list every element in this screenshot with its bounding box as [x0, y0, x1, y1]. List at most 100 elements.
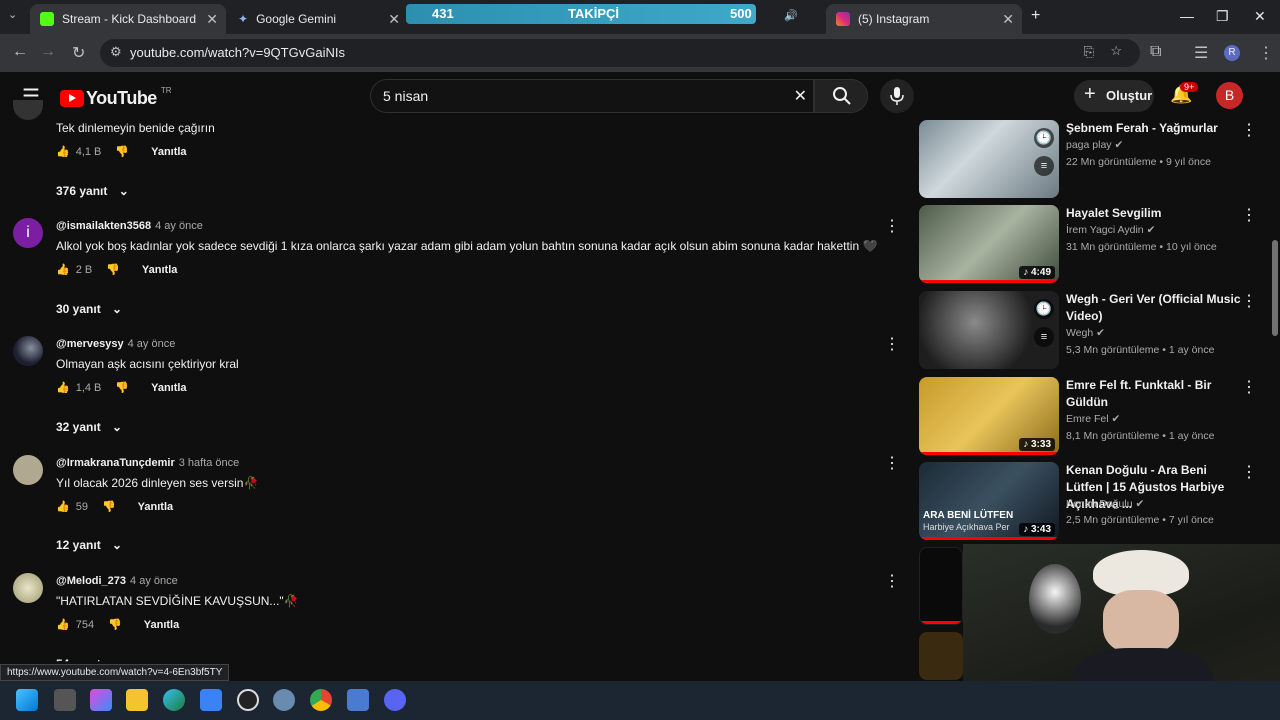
channel-name[interactable]: Kenan Doğulu ✔ — [1066, 498, 1144, 510]
voice-search-button[interactable] — [880, 79, 914, 113]
comment-more-icon[interactable]: ⋮ — [884, 334, 900, 354]
tab-kick[interactable]: Stream - Kick Dashboard ✕ — [30, 4, 226, 34]
close-icon[interactable]: ✕ — [1002, 11, 1014, 28]
scrollbar-thumb[interactable] — [1272, 240, 1278, 336]
comment-more-icon[interactable]: ⋮ — [884, 453, 900, 473]
maximize-button[interactable]: ❐ — [1216, 8, 1229, 25]
related-video[interactable]: ♪ 4:49 Hayalet Sevgilim İrem Yagci Aydin… — [919, 205, 1269, 285]
comment-time[interactable]: 4 ay önce — [155, 220, 203, 232]
tab-instagram[interactable]: (5) Instagram ✕ — [826, 4, 1022, 34]
reply-button[interactable]: Yanıtla — [138, 501, 173, 513]
avatar[interactable] — [13, 573, 43, 603]
dislike-icon[interactable]: 👎 — [115, 381, 129, 394]
comment-author[interactable]: @IrmakranaTunçdemir — [56, 457, 175, 469]
video-thumbnail[interactable]: 🕒 ≡ — [919, 120, 1059, 198]
reply-button[interactable]: Yanıtla — [151, 146, 186, 158]
video-thumbnail[interactable] — [919, 547, 963, 625]
copilot-icon[interactable] — [90, 689, 112, 711]
comment-author[interactable]: @ismailakten3568 — [56, 220, 151, 232]
video-thumbnail[interactable]: 🕒 ≡ — [919, 291, 1059, 369]
video-title[interactable]: Emre Fel ft. Funktakl - Bir Güldün — [1066, 377, 1246, 411]
new-tab-button[interactable]: + — [1031, 7, 1040, 25]
notifications-button[interactable]: 🔔 9+ — [1170, 82, 1199, 105]
url-bar[interactable]: ⚙ youtube.com/watch?v=9QTGvGaiNIs ⎘ ☆ — [100, 39, 1140, 67]
dislike-icon[interactable]: 👎 — [115, 145, 129, 158]
related-video[interactable]: ARA BENİ LÜTFEN Harbiye Açıkhava Per ♪ 3… — [919, 462, 1269, 542]
discord-icon[interactable] — [384, 689, 406, 711]
replies-toggle[interactable]: 12 yanıt ⌄ — [56, 538, 122, 552]
comment-time[interactable]: 4 ay önce — [130, 575, 178, 587]
app-icon[interactable] — [347, 689, 369, 711]
windows-start-icon[interactable] — [16, 689, 38, 711]
channel-name[interactable]: İrem Yagci Aydin ✔ — [1066, 224, 1155, 236]
avatar[interactable] — [13, 455, 43, 485]
video-more-icon[interactable]: ⋮ — [1241, 120, 1257, 140]
comment-time[interactable]: 4 ay önce — [128, 338, 176, 350]
like-icon[interactable]: 👍 — [56, 618, 70, 631]
video-thumbnail[interactable]: ♪ 4:49 — [919, 205, 1059, 283]
avatar[interactable]: i — [13, 218, 43, 248]
dislike-icon[interactable]: 👎 — [106, 263, 120, 276]
channel-name[interactable]: Emre Fel ✔ — [1066, 413, 1120, 425]
site-info-icon[interactable]: ⚙ — [110, 44, 122, 60]
back-icon[interactable]: ← — [12, 43, 28, 61]
youtube-logo[interactable]: YouTube TR — [60, 86, 172, 109]
file-explorer-icon[interactable] — [126, 689, 148, 711]
minimize-button[interactable]: — — [1180, 8, 1194, 24]
app-icon[interactable] — [237, 689, 259, 711]
menu-icon[interactable]: ⋮ — [1258, 43, 1274, 63]
like-icon[interactable]: 👍 — [56, 500, 70, 513]
avatar[interactable] — [13, 336, 43, 366]
extensions-icon[interactable]: ⧉ — [1150, 43, 1161, 61]
like-icon[interactable]: 👍 — [56, 381, 70, 394]
video-more-icon[interactable]: ⋮ — [1241, 462, 1257, 482]
channel-name[interactable]: Wegh ✔ — [1066, 327, 1105, 339]
replies-toggle[interactable]: 376 yanıt ⌄ — [56, 184, 129, 198]
replies-toggle[interactable]: 32 yanıt ⌄ — [56, 420, 122, 434]
video-thumbnail[interactable] — [919, 632, 963, 680]
reply-button[interactable]: Yanıtla — [142, 264, 177, 276]
create-button[interactable]: + Oluştur — [1074, 80, 1154, 112]
dislike-icon[interactable]: 👎 — [108, 618, 122, 631]
like-icon[interactable]: 👍 — [56, 145, 70, 158]
task-view-icon[interactable] — [54, 689, 76, 711]
related-video[interactable]: ♪ 3:33 Emre Fel ft. Funktakl - Bir Güldü… — [919, 377, 1269, 457]
add-to-queue-icon[interactable]: ≡ — [1034, 327, 1054, 347]
chrome-icon[interactable] — [310, 689, 332, 711]
reading-list-icon[interactable]: ☰ — [1194, 43, 1208, 63]
like-icon[interactable]: 👍 — [56, 263, 70, 276]
video-title[interactable]: Wegh - Geri Ver (Official Music Video) — [1066, 291, 1246, 325]
search-input[interactable]: 5 nisan ✕ — [370, 79, 814, 113]
related-video[interactable]: 🕒 ≡ Şebnem Ferah - Yağmurlar paga play ✔… — [919, 120, 1269, 200]
add-to-queue-icon[interactable]: ≡ — [1034, 156, 1054, 176]
comment-author[interactable]: @mervesysy — [56, 338, 124, 350]
watch-later-icon[interactable]: 🕒 — [1034, 128, 1054, 148]
comment-author[interactable]: @Melodi_273 — [56, 575, 126, 587]
video-title[interactable]: Hayalet Sevgilim — [1066, 205, 1246, 222]
related-video[interactable]: 🕒 ≡ Wegh - Geri Ver (Official Music Vide… — [919, 291, 1269, 371]
comment-more-icon[interactable]: ⋮ — [884, 571, 900, 591]
video-thumbnail[interactable]: ♪ 3:33 — [919, 377, 1059, 455]
comment-more-icon[interactable]: ⋮ — [884, 216, 900, 236]
clear-search-icon[interactable]: ✕ — [794, 86, 807, 106]
search-button[interactable] — [814, 79, 868, 113]
video-title[interactable]: Şebnem Ferah - Yağmurlar — [1066, 120, 1246, 137]
tab-gemini[interactable]: ✦ Google Gemini ✕ — [228, 4, 408, 34]
account-avatar[interactable]: B — [1216, 82, 1243, 109]
store-icon[interactable] — [200, 689, 222, 711]
speaker-icon[interactable]: 🔊 — [784, 9, 798, 22]
replies-toggle[interactable]: 30 yanıt ⌄ — [56, 302, 122, 316]
watch-later-icon[interactable]: 🕒 — [1034, 299, 1054, 319]
reply-button[interactable]: Yanıtla — [144, 619, 179, 631]
reload-icon[interactable]: ↻ — [72, 43, 85, 63]
profile-avatar[interactable]: R — [1224, 45, 1240, 61]
video-thumbnail[interactable]: ARA BENİ LÜTFEN Harbiye Açıkhava Per ♪ 3… — [919, 462, 1059, 540]
video-more-icon[interactable]: ⋮ — [1241, 291, 1257, 311]
video-more-icon[interactable]: ⋮ — [1241, 377, 1257, 397]
bookmark-star-icon[interactable]: ☆ — [1110, 43, 1122, 59]
video-more-icon[interactable]: ⋮ — [1241, 205, 1257, 225]
dislike-icon[interactable]: 👎 — [102, 500, 116, 513]
comment-time[interactable]: 3 hafta önce — [179, 457, 240, 469]
window-close-button[interactable]: ✕ — [1254, 8, 1266, 25]
channel-name[interactable]: paga play ✔ — [1066, 139, 1123, 151]
